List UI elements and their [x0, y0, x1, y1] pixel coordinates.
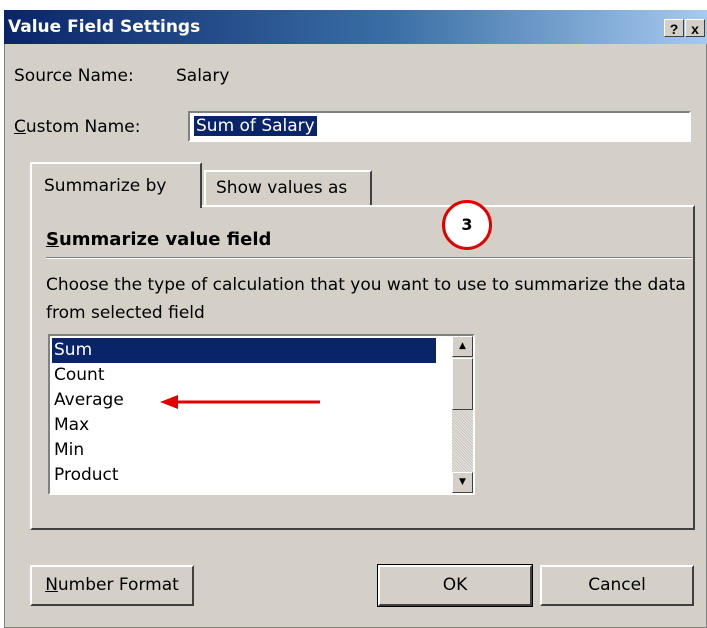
custom-name-label-rest: ustom Name:: [25, 117, 141, 137]
list-item-count[interactable]: Count: [52, 363, 436, 388]
scroll-down-icon[interactable]: ▼: [452, 472, 473, 493]
help-button[interactable]: ?: [664, 19, 684, 37]
tab-show-values-as[interactable]: Show values as: [204, 170, 372, 206]
list-item-max[interactable]: Max: [52, 413, 436, 438]
arrow-annotation-icon: [160, 395, 320, 409]
source-name-value: Salary: [176, 66, 230, 86]
window-title: Value Field Settings: [8, 17, 201, 37]
list-item-min[interactable]: Min: [52, 438, 436, 463]
summarize-panel: Summarize value field Choose the type of…: [30, 205, 695, 530]
ok-button[interactable]: OK: [377, 564, 533, 607]
scroll-thumb[interactable]: [452, 358, 473, 410]
number-format-accel: N: [45, 575, 58, 595]
list-item-sum[interactable]: Sum: [52, 338, 436, 363]
description-text: Choose the type of calculation that you …: [46, 275, 686, 323]
custom-name-accel: C: [14, 117, 26, 137]
tab-summarize-by-label: Summarize by: [44, 176, 167, 196]
section-divider: [46, 257, 692, 259]
source-name-label: Source Name:: [14, 66, 134, 86]
close-button[interactable]: x: [685, 19, 705, 37]
step-number-annotation: 3: [442, 200, 492, 250]
number-format-button[interactable]: Number Format: [30, 565, 194, 606]
list-scrollbar[interactable]: ▲ ▼: [452, 336, 473, 493]
number-format-label-rest: umber Format: [57, 575, 179, 595]
list-item-product[interactable]: Product: [52, 463, 436, 488]
scroll-up-icon[interactable]: ▲: [452, 336, 473, 357]
custom-name-value: Sum of Salary: [194, 116, 317, 136]
calculation-listbox[interactable]: Sum Count Average Max Min Product ▲ ▼: [48, 334, 475, 495]
section-title-accel: S: [46, 229, 59, 250]
custom-name-label: Custom Name:: [14, 117, 140, 137]
section-title-rest: ummarize value field: [58, 229, 272, 250]
cancel-button[interactable]: Cancel: [540, 565, 694, 606]
custom-name-input[interactable]: Sum of Salary: [188, 111, 691, 142]
tab-summarize-by[interactable]: Summarize by: [30, 162, 202, 208]
title-bar[interactable]: Value Field Settings ? x: [4, 10, 707, 44]
section-title: Summarize value field: [46, 229, 271, 250]
tab-show-values-as-label: Show values as: [216, 178, 348, 198]
